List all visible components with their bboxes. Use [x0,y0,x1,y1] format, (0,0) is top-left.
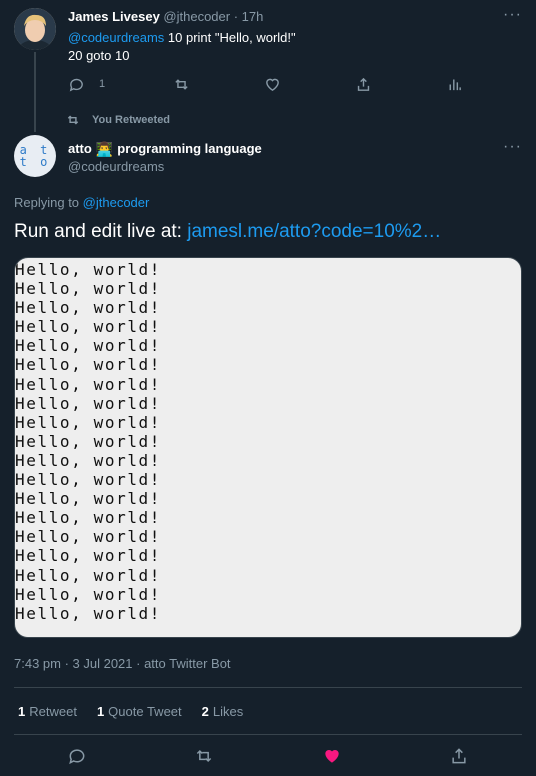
likes-count: 2 [201,704,209,719]
mention-link[interactable]: @codeurdreams [68,30,164,45]
reply-header: James Livesey @jthecoder · 17h [68,9,263,24]
retweeted-text: You Retweeted [92,114,171,126]
author-name-text: atto [68,141,92,156]
author-name-suffix: programming language [117,141,262,156]
reply-tweet[interactable]: James Livesey @jthecoder · 17h ··· @code… [14,0,522,132]
main-tweet-actions [14,744,522,768]
thread-line [34,52,36,132]
retweet-icon [175,78,188,90]
like-button[interactable] [264,74,281,94]
tweet-body-link[interactable]: jamesl.me/atto?code=10%2… [187,221,441,242]
technologist-emoji: 👨‍💻 [95,141,114,157]
divider [14,687,522,688]
output-line: Hello, world! [15,565,162,585]
replying-to-link[interactable]: @jthecoder [83,195,150,210]
more-options-icon[interactable]: ··· [503,138,522,156]
share-icon [452,748,466,764]
media-image[interactable]: Hello, world! Hello, world! Hello, world! H… [14,257,522,638]
retweeted-label: You Retweeted [66,113,170,127]
main-tweet-header: atto 👨‍💻 programming language @codeurdre… [68,140,262,176]
tweet-time[interactable]: · 17h [234,9,264,24]
output-line: Hello, world! [15,527,162,547]
output-line: Hello, world! [15,260,162,279]
replying-prefix: Replying to [14,195,83,210]
avatar-atto[interactable]: a t t o [14,135,56,177]
comment-icon [69,749,85,765]
tweet-body: Run and edit live at: jamesl.me/atto?cod… [14,221,441,243]
reply-text: @codeurdreams 10 print "Hello, world!" 2… [68,29,296,65]
retweet-button[interactable] [173,74,190,94]
output-line: Hello, world! [15,603,162,623]
heart-filled-icon [325,750,339,763]
output-line: Hello, world! [15,489,162,509]
comment-icon [69,78,83,91]
analytics-button[interactable] [446,74,463,94]
quotes-label: Quote Tweet [108,704,182,719]
output-line: Hello, world! [15,508,162,528]
author-handle[interactable]: @jthecoder [163,9,230,24]
reply-button[interactable] [67,746,87,771]
output-line: Hello, world! [15,279,162,299]
program-output: Hello, world! Hello, world! Hello, world! H… [15,258,521,623]
reply-actions: 1 [68,74,468,94]
reply-button[interactable]: 1 [68,74,105,94]
share-button[interactable] [355,74,372,94]
tweet-timestamp[interactable]: 7:43 pm · 3 Jul 2021 · atto Twitter Bot [14,656,231,671]
retweets-label: Retweet [29,704,77,719]
author-name[interactable]: James Livesey [68,9,160,24]
share-icon [357,77,370,91]
output-line: Hello, world! [15,393,162,413]
more-options-icon[interactable]: ··· [503,6,522,24]
retweets-count: 1 [18,704,26,719]
retweets-stat[interactable]: 1 Retweet [18,704,77,719]
output-line: Hello, world! [15,450,162,470]
likes-stat[interactable]: 2 Likes [202,704,244,719]
heart-icon [266,78,279,91]
output-line: Hello, world! [15,546,162,566]
retweet-button[interactable] [194,746,214,771]
output-line: Hello, world! [15,431,162,451]
quotes-stat[interactable]: 1 Quote Tweet [97,704,182,719]
tweet-body-text: Run and edit live at: [14,221,188,242]
replying-to: Replying to @jthecoder [14,195,149,210]
retweet-icon [196,749,212,763]
output-line: Hello, world! [15,470,162,490]
output-line: Hello, world! [15,317,162,337]
analytics-icon [449,79,461,90]
atto-logo-line2: t o [19,155,51,169]
avatar-james-livesey[interactable] [14,8,56,50]
likes-label: Likes [212,704,244,719]
output-line: Hello, world! [15,336,162,356]
output-line: Hello, world! [15,412,162,432]
share-button[interactable] [449,746,469,771]
reply-count: 1 [99,78,106,90]
output-line: Hello, world! [15,374,162,394]
output-line: Hello, world! [15,584,162,604]
output-line: Hello, world! [15,298,162,318]
quotes-count: 1 [96,704,105,719]
like-button[interactable] [322,746,342,771]
tweet-stats: 1 Retweet 1 Quote Tweet 2 Likes [18,704,243,719]
retweet-icon [67,115,79,125]
divider [14,734,522,735]
output-line: Hello, world! [15,355,162,375]
reply-text-line1: 10 print "Hello, world!" [164,30,296,45]
author-handle[interactable]: @codeurdreams [68,158,262,176]
reply-text-line2: 20 goto 10 [68,48,130,63]
author-name[interactable]: atto 👨‍💻 programming language [68,140,262,158]
